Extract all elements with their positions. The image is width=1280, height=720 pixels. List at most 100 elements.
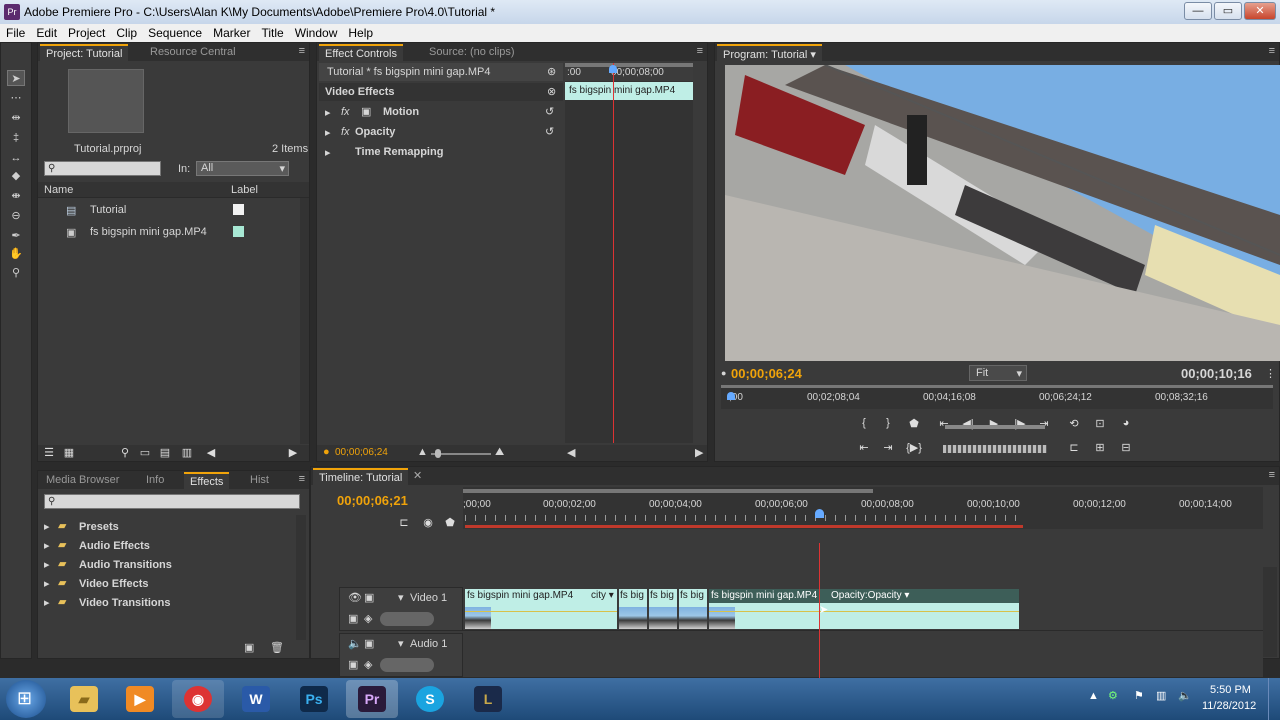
zoom-out-icon[interactable]: ▲ [417, 446, 428, 458]
display-style-icon[interactable]: ▣ [348, 612, 358, 625]
disclosure-triangle-icon[interactable]: ▸ [44, 520, 50, 533]
reset-icon[interactable]: ↺ [545, 105, 554, 118]
opacity-line[interactable] [709, 611, 1019, 612]
taskbar-skype[interactable]: S [404, 680, 456, 718]
close-tab-icon[interactable]: ✕ [413, 469, 422, 482]
go-to-previous-edit-icon[interactable]: ⇤ [855, 441, 873, 454]
taskbar-word[interactable]: W [230, 680, 282, 718]
ripple-edit-tool-icon[interactable]: ⇹ [7, 110, 25, 126]
zoom-tool-icon[interactable]: ⚲ [7, 265, 25, 281]
disclosure-triangle-icon[interactable]: ▸ [325, 126, 331, 139]
set-marker-icon[interactable]: ⬟ [905, 417, 923, 430]
slip-tool-icon[interactable]: ⇼ [7, 188, 25, 204]
panel-menu-icon[interactable]: ≡ [1269, 469, 1275, 481]
scroll-right-icon[interactable]: ▶ [695, 446, 703, 459]
scroll-left-icon[interactable]: ◀ [202, 446, 220, 459]
list-view-icon[interactable]: ☰ [40, 446, 58, 459]
playhead-handle[interactable] [815, 509, 824, 518]
video-clip[interactable]: fs bigspin mini gap.MP4 Opacity:Opacity … [709, 589, 1019, 629]
panel-menu-icon[interactable]: ≡ [299, 473, 305, 485]
snap-icon[interactable]: ⊏ [395, 516, 413, 529]
show-hide-timeline-icon[interactable]: ⊛ [547, 65, 556, 78]
mini-clip-bar[interactable]: fs bigspin mini gap.MP4 [565, 82, 693, 100]
lift-icon[interactable]: ⊏ [1065, 441, 1083, 454]
playhead-handle[interactable] [609, 65, 617, 73]
program-current-time[interactable]: 00;00;06;24 [731, 366, 802, 381]
loop-icon[interactable]: ⟲ [1065, 417, 1083, 430]
keyframe-icon[interactable]: ◈ [364, 612, 372, 625]
go-to-next-edit-icon[interactable]: ⇥ [879, 441, 897, 454]
tab-source[interactable]: Source: (no clips) [423, 44, 521, 61]
taskbar-league[interactable]: L [462, 680, 514, 718]
tray-app-icon[interactable]: ⚙ [1108, 689, 1118, 702]
selection-tool-icon[interactable]: ➤ [7, 70, 25, 86]
keyframe-nav[interactable] [380, 612, 434, 626]
track-select-tool-icon[interactable]: ⋯ [7, 90, 25, 106]
keyframe-nav[interactable] [380, 658, 434, 672]
in-select[interactable]: All ▾ [196, 161, 289, 176]
start-button[interactable]: ⊞ [6, 680, 46, 718]
taskbar-chrome[interactable]: ◉ [172, 680, 224, 718]
tab-effects[interactable]: Effects [184, 472, 230, 489]
jog-dial[interactable] [943, 445, 1047, 453]
effect-controls-timecode[interactable]: 00;00;06;24 [335, 447, 388, 458]
tray-expand-icon[interactable]: ▲ [1088, 690, 1099, 702]
output-icon[interactable]: ◕ [1117, 417, 1135, 429]
effect-row-motion[interactable]: ▸ fx ▣ Motion ↺ [319, 103, 563, 121]
column-name[interactable]: Name [44, 184, 73, 196]
disclosure-triangle-icon[interactable]: ▸ [325, 106, 331, 119]
collapse-triangle-icon[interactable]: ▾ [398, 591, 404, 604]
video-clip[interactable]: fs big [679, 589, 707, 629]
speaker-icon[interactable]: 🔈 [348, 637, 362, 650]
menu-help[interactable]: Help [342, 24, 378, 40]
panel-menu-icon[interactable]: ≡ [299, 45, 305, 57]
delete-icon[interactable]: 🗑 [270, 641, 284, 654]
folder-item[interactable]: ▸ ▰ Audio Effects [38, 536, 293, 555]
timeline-ruler[interactable]: ;00;00 00;00;02;00 00;00;04;00 00;00;06;… [463, 487, 1263, 529]
playhead-handle[interactable] [727, 392, 735, 400]
video-clip[interactable]: fs bigspin mini gap.MP4 city ▾ [465, 589, 617, 629]
panel-menu-icon[interactable]: ⋮ [1265, 367, 1276, 380]
set-marker-icon[interactable]: ◉ [419, 516, 437, 529]
menu-sequence[interactable]: Sequence [142, 24, 207, 40]
set-out-point-icon[interactable]: } [879, 417, 897, 429]
taskbar-photoshop[interactable]: Ps [288, 680, 340, 718]
tab-resource-central[interactable]: Resource Central [144, 44, 242, 61]
scroll-right-icon[interactable]: ▶ [284, 446, 302, 459]
export-frame-icon[interactable]: ⊟ [1117, 441, 1135, 454]
slide-tool-icon[interactable]: ⊖ [7, 208, 25, 224]
video-clip[interactable]: fs big [649, 589, 677, 629]
taskbar-explorer[interactable]: ▰ [58, 680, 110, 718]
menu-edit[interactable]: Edit [30, 24, 62, 40]
new-custom-bin-icon[interactable]: ▣ [244, 641, 254, 654]
menu-file[interactable]: File [0, 24, 30, 40]
mini-ruler[interactable]: :00 00;00;08;00 [565, 63, 693, 81]
folder-item[interactable]: ▸ ▰ Video Transitions [38, 593, 293, 612]
shuttle-slider[interactable] [945, 425, 1045, 429]
tab-media-browser[interactable]: Media Browser [40, 472, 125, 489]
menu-clip[interactable]: Clip [110, 24, 142, 40]
menu-window[interactable]: Window [289, 24, 343, 40]
disclosure-triangle-icon[interactable]: ▸ [44, 577, 50, 590]
new-bin-icon[interactable]: ▭ [136, 446, 154, 459]
lock-icon[interactable]: ▣ [364, 637, 374, 650]
disclosure-triangle-icon[interactable]: ▸ [44, 596, 50, 609]
icon-view-icon[interactable]: ▦ [60, 446, 78, 459]
effects-scrollbar[interactable] [296, 515, 306, 640]
collapse-triangle-icon[interactable]: ▾ [398, 637, 404, 650]
effect-row-opacity[interactable]: ▸ fx Opacity ↺ [319, 123, 563, 141]
video-clip[interactable]: fs big [619, 589, 647, 629]
folder-item[interactable]: ▸ ▰ Audio Transitions [38, 555, 293, 574]
scroll-left-icon[interactable]: ◀ [567, 446, 575, 459]
clip-effect-menu[interactable]: city ▾ [591, 590, 614, 601]
rate-stretch-tool-icon[interactable]: ↔ [7, 150, 25, 166]
close-button[interactable]: ✕ [1244, 2, 1276, 20]
column-label[interactable]: Label [231, 184, 258, 196]
folder-item[interactable]: ▸ ▰ Video Effects [38, 574, 293, 593]
work-area-bar[interactable] [463, 489, 873, 493]
project-scrollbar[interactable] [300, 198, 309, 444]
clock-date[interactable]: 11/28/2012 [1202, 700, 1256, 712]
folder-item[interactable]: ▸ ▰ Presets [38, 517, 293, 536]
action-center-icon[interactable]: ⚑ [1134, 689, 1144, 702]
fx-icon[interactable]: fx [341, 106, 350, 118]
